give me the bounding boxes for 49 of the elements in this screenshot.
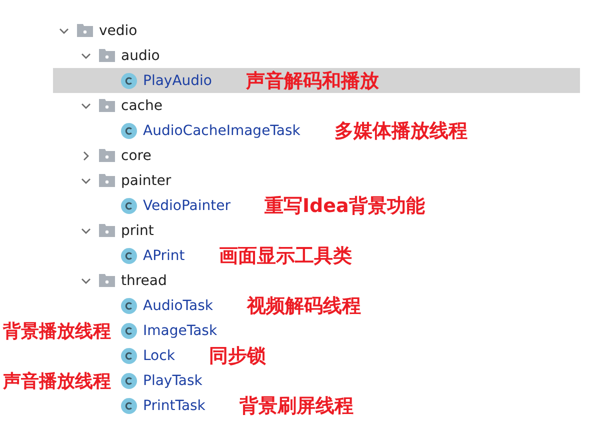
chevron-icon[interactable] [59, 26, 69, 36]
class-icon [121, 372, 137, 388]
chevron-icon[interactable] [81, 176, 91, 186]
annotation: 声音解码和播放 [246, 68, 379, 94]
annotation: 重写Idea背景功能 [264, 194, 425, 218]
chevron-icon[interactable] [81, 50, 91, 60]
folder-icon [77, 24, 93, 37]
class-label[interactable]: PlayAudio [143, 72, 212, 88]
class-label[interactable]: AudioTask [143, 298, 214, 314]
folder-label[interactable]: painter [121, 172, 172, 188]
class-icon [121, 72, 137, 88]
folder-label[interactable]: audio [121, 48, 160, 64]
class-icon [121, 248, 137, 264]
class-icon [121, 322, 137, 338]
class-label[interactable]: APrint [143, 248, 185, 264]
chevron-icon[interactable] [81, 100, 91, 110]
class-icon [121, 298, 137, 314]
folder-icon [99, 174, 115, 187]
chevron-icon[interactable] [81, 226, 91, 236]
class-icon [121, 348, 137, 364]
folder-label[interactable]: core [121, 148, 152, 164]
class-icon [121, 122, 137, 138]
folder-label[interactable]: vedio [99, 22, 138, 38]
folder-icon [99, 274, 115, 287]
folder-icon [99, 49, 115, 62]
folder-label[interactable]: cache [121, 98, 162, 114]
annotation: 多媒体播放线程 [334, 118, 468, 144]
folder-icon [99, 149, 115, 162]
chevron-icon[interactable] [81, 276, 91, 286]
annotation: 视频解码线程 [247, 294, 362, 318]
annotation: 画面显示工具类 [218, 244, 352, 268]
class-label[interactable]: ImageTask [143, 322, 218, 338]
class-label[interactable]: Lock [143, 348, 175, 364]
annotation: 声音播放线程 [3, 370, 111, 392]
class-label[interactable]: AudioCacheImageTask [143, 122, 300, 138]
folder-label[interactable]: thread [121, 272, 167, 288]
folder-label[interactable]: print [121, 222, 154, 238]
class-label[interactable]: PlayTask [143, 372, 202, 388]
folder-icon [99, 99, 115, 112]
selected-row[interactable]: PlayAudio 声音解码和播放 [53, 68, 580, 93]
annotation: 背景播放线程 [3, 320, 111, 342]
annotation: 背景刷屏线程 [239, 394, 354, 418]
class-label[interactable]: PrintTask [143, 398, 206, 414]
chevron-icon[interactable] [81, 150, 91, 160]
class-icon [121, 198, 137, 214]
annotation: 同步锁 [208, 344, 266, 368]
class-label[interactable]: VedioPainter [143, 198, 230, 214]
folder-icon [99, 224, 115, 237]
class-icon [121, 398, 137, 414]
